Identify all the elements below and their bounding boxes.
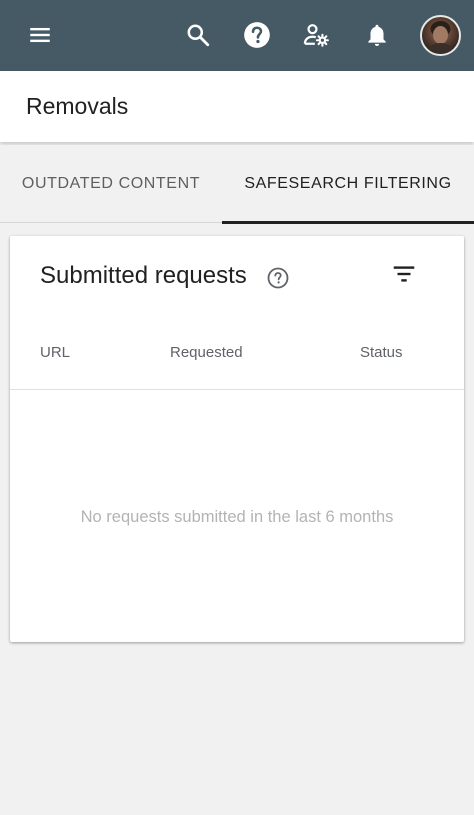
search-button[interactable] — [176, 13, 220, 57]
table-divider — [10, 389, 464, 390]
search-icon — [187, 24, 210, 47]
page-title: Removals — [26, 93, 129, 119]
tab-safesearch-filtering[interactable]: SAFESEARCH FILTERING — [222, 145, 474, 224]
submitted-requests-card: Submitted requests URL Requested Status … — [10, 236, 464, 642]
card-title: Submitted requests — [40, 262, 247, 289]
notifications-icon — [368, 24, 386, 47]
empty-state-message: No requests submitted in the last 6 mont… — [80, 508, 394, 526]
manage-users-button[interactable] — [294, 13, 338, 57]
help-button[interactable] — [235, 13, 279, 57]
account-avatar[interactable] — [420, 15, 461, 56]
column-header-url[interactable]: URL — [40, 344, 70, 361]
filter-button[interactable] — [388, 258, 420, 290]
help-outline-icon[interactable] — [266, 266, 290, 290]
tab-outdated-content[interactable]: OUTDATED CONTENT — [0, 145, 222, 223]
page-header: Removals — [0, 71, 474, 142]
filter-list-icon — [393, 266, 415, 282]
top-app-bar — [0, 0, 474, 71]
manage-users-icon — [303, 24, 329, 47]
menu-icon — [30, 27, 50, 43]
menu-button[interactable] — [18, 13, 62, 57]
column-header-requested[interactable]: Requested — [170, 344, 243, 361]
column-header-status[interactable]: Status — [360, 344, 403, 361]
notifications-button[interactable] — [355, 13, 399, 57]
help-icon — [244, 22, 270, 48]
tab-bar: OUTDATED CONTENT SAFESEARCH FILTERING — [0, 145, 474, 224]
avatar-photo-icon — [428, 21, 453, 54]
